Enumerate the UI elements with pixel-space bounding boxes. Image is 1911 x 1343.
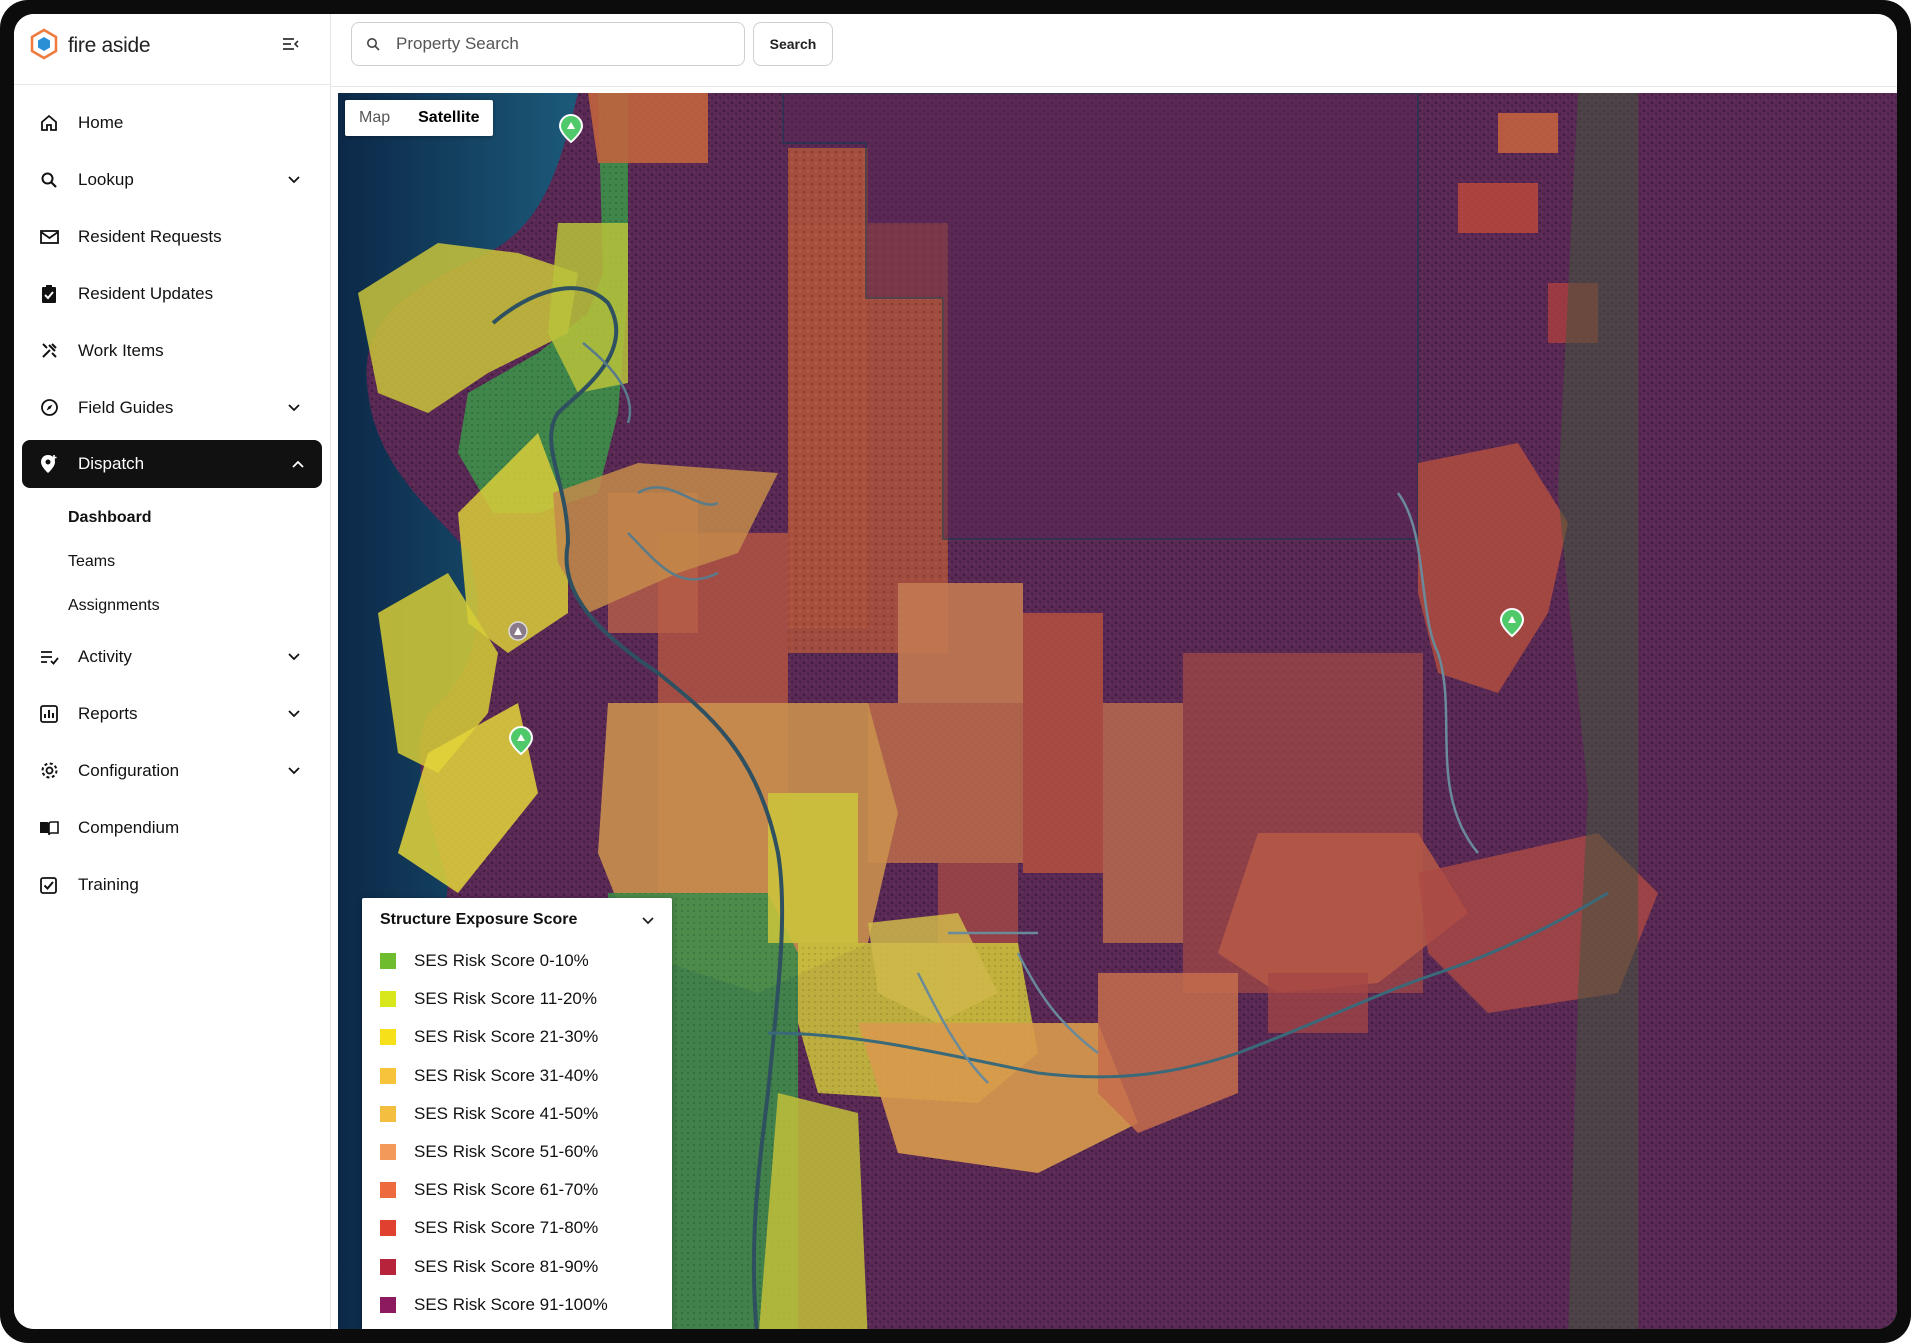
legend-item: SES Risk Score 0-10%	[362, 942, 672, 980]
legend-label: SES Risk Score 61-70%	[414, 1180, 599, 1200]
legend-label: SES Risk Score 31-40%	[414, 1065, 599, 1085]
legend-swatch	[380, 1144, 396, 1161]
chevron-down-icon	[286, 706, 302, 722]
sidebar-item-label: Training	[78, 874, 139, 894]
subnav-item-teams[interactable]: Teams	[14, 540, 330, 584]
legend-swatch	[380, 1258, 396, 1275]
legend-swatch	[380, 1220, 396, 1237]
legend-panel: Structure Exposure Score SES Risk Score …	[362, 898, 672, 1329]
sidebar-item-resident-requests[interactable]: Resident Requests	[26, 208, 318, 265]
app-window: fire aside Home Lookup Resident Requests	[14, 14, 1897, 1329]
legend-label: SES Risk Score 11-20%	[414, 989, 597, 1009]
sidebar-collapse-icon[interactable]	[280, 34, 302, 56]
legend-swatch	[380, 953, 396, 970]
sidebar-item-home[interactable]: Home	[26, 94, 318, 151]
home-icon	[38, 112, 60, 134]
chevron-down-icon	[286, 400, 302, 416]
legend-swatch	[380, 1105, 396, 1122]
sidebar: fire aside Home Lookup Resident Requests	[14, 14, 331, 1329]
property-search-box	[351, 22, 745, 66]
search-button[interactable]: Search	[753, 22, 833, 66]
search-icon	[366, 36, 382, 52]
sidebar-item-label: Field Guides	[78, 397, 174, 417]
map-type-toggle: Map Satellite	[345, 100, 494, 136]
subnav-item-assignments[interactable]: Assignments	[14, 584, 330, 628]
tools-icon	[38, 340, 60, 362]
map-type-map-button[interactable]: Map	[345, 100, 404, 136]
property-search-input[interactable]	[394, 33, 728, 55]
search-icon	[38, 169, 60, 191]
list-icon	[38, 646, 60, 668]
sidebar-item-resident-updates[interactable]: Resident Updates	[26, 265, 318, 322]
legend-item: SES Risk Score 91-100%	[362, 1286, 672, 1324]
legend-label: SES Risk Score 41-50%	[414, 1103, 599, 1123]
legend-label: SES Risk Score 91-100%	[414, 1294, 608, 1314]
legend-item: SES Risk Score 61-70%	[362, 1171, 672, 1209]
brand-name: fire aside	[68, 34, 151, 57]
location-pin-icon	[38, 453, 60, 475]
sidebar-item-label: Compendium	[78, 817, 180, 837]
legend-title: Structure Exposure Score	[380, 911, 578, 928]
sidebar-item-label: Reports	[78, 703, 138, 723]
chevron-down-icon[interactable]	[640, 912, 656, 928]
chart-icon	[38, 703, 60, 725]
legend-label: SES Risk Score 0-10%	[414, 951, 589, 971]
gear-icon	[38, 760, 60, 782]
sidebar-item-activity[interactable]: Activity	[26, 628, 318, 685]
sidebar-item-label: Configuration	[78, 760, 180, 780]
compass-icon	[38, 397, 60, 419]
clipboard-check-icon	[38, 283, 60, 305]
legend-label: SES Risk Score 81-90%	[414, 1256, 599, 1276]
map-type-satellite-button[interactable]: Satellite	[404, 100, 493, 136]
legend-swatch	[380, 1029, 396, 1046]
legend-item: SES Risk Score 81-90%	[362, 1248, 672, 1286]
device-frame: fire aside Home Lookup Resident Requests	[0, 0, 1911, 1343]
chevron-down-icon	[286, 763, 302, 779]
sidebar-item-compendium[interactable]: Compendium	[26, 799, 318, 856]
sidebar-item-label: Resident Updates	[78, 283, 214, 303]
sidebar-item-dispatch[interactable]: Dispatch	[22, 440, 322, 488]
legend-header[interactable]: Structure Exposure Score	[362, 898, 672, 942]
legend-item: SES Risk Score 11-20%	[362, 980, 672, 1018]
hexagon-logo-icon	[30, 28, 58, 60]
legend-item: SES Risk Score 21-30%	[362, 1018, 672, 1056]
legend-item: SES Risk Score 71-80%	[362, 1209, 672, 1247]
sidebar-item-configuration[interactable]: Configuration	[26, 742, 318, 799]
legend-label: SES Risk Score 21-30%	[414, 1027, 599, 1047]
top-bar: Search	[331, 14, 1897, 87]
dispatch-subnav: Dashboard Teams Assignments	[14, 496, 330, 628]
sidebar-item-label: Home	[78, 112, 124, 132]
legend-swatch	[380, 1067, 396, 1084]
legend-item: SES Risk Score 41-50%	[362, 1095, 672, 1133]
legend-label: SES Risk Score 71-80%	[414, 1218, 599, 1238]
sidebar-item-label: Resident Requests	[78, 226, 222, 246]
sidebar-item-work-items[interactable]: Work Items	[26, 322, 318, 379]
book-icon	[38, 817, 60, 839]
subnav-item-dashboard[interactable]: Dashboard	[14, 496, 330, 540]
sidebar-item-label: Work Items	[78, 340, 164, 360]
sidebar-item-lookup[interactable]: Lookup	[26, 151, 318, 208]
chevron-up-icon	[290, 456, 306, 472]
brand-header: fire aside	[14, 14, 330, 85]
legend-swatch	[380, 1182, 396, 1199]
legend-swatch	[380, 991, 396, 1008]
sidebar-item-label: Lookup	[78, 169, 134, 189]
legend-item: SES Risk Score 51-60%	[362, 1133, 672, 1171]
sidebar-item-label: Dispatch	[78, 454, 145, 473]
legend-item: SES Risk Score 31-40%	[362, 1057, 672, 1095]
checkbox-icon	[38, 874, 60, 896]
sidebar-nav: Home Lookup Resident Requests Resident U…	[14, 94, 330, 913]
risk-map[interactable]: Map Satellite Structure Exposure Score S…	[338, 93, 1897, 1329]
legend-label: SES Risk Score 51-60%	[414, 1142, 599, 1162]
sidebar-item-label: Activity	[78, 646, 132, 666]
sidebar-item-reports[interactable]: Reports	[26, 685, 318, 742]
sidebar-item-field-guides[interactable]: Field Guides	[26, 379, 318, 436]
mail-icon	[38, 226, 60, 248]
legend-list: SES Risk Score 0-10% SES Risk Score 11-20…	[362, 942, 672, 1324]
sidebar-item-training[interactable]: Training	[26, 856, 318, 913]
legend-swatch	[380, 1296, 396, 1313]
chevron-down-icon	[286, 649, 302, 665]
chevron-down-icon	[286, 172, 302, 188]
map-marker-icon	[508, 621, 528, 641]
